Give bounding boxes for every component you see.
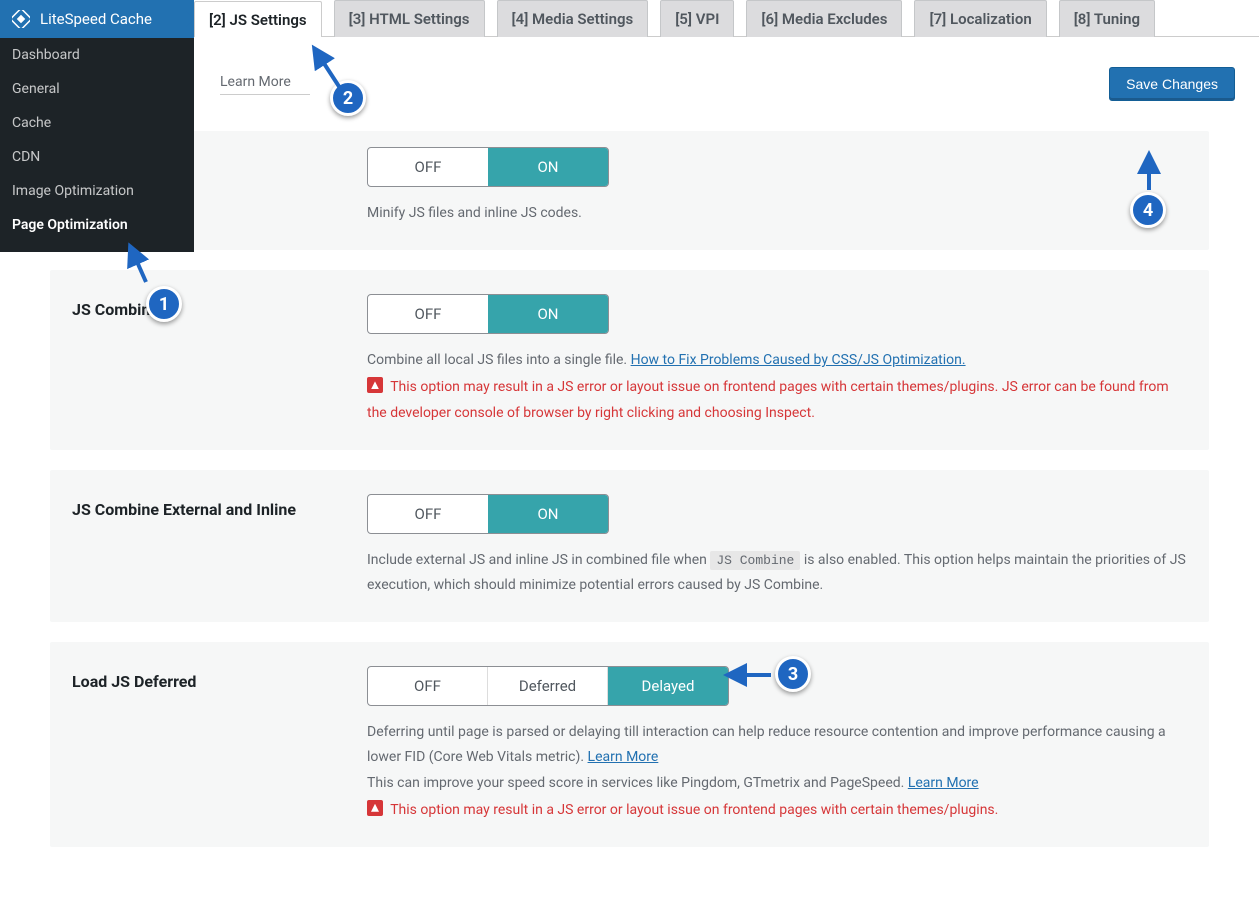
section-load-js-deferred: Load JS Deferred OFF Deferred Delayed De…	[50, 642, 1209, 847]
sidebar-item-image-optimization[interactable]: Image Optimization	[0, 174, 194, 208]
tab-tuning[interactable]: [8] Tuning	[1059, 0, 1155, 37]
link-learn-more-speed[interactable]: Learn More	[908, 775, 979, 791]
desc-deferred-2: This can improve your speed score in ser…	[367, 771, 1187, 796]
learn-more-link[interactable]: Learn More	[220, 74, 310, 95]
section-js-minify: OFF ON Minify JS files and inline JS cod…	[50, 131, 1209, 250]
warn-deferred: This option may result in a JS error or …	[367, 798, 1187, 823]
toggle-js-minify: OFF ON	[367, 147, 609, 187]
section-js-combine: JS Combine OFF ON Combine all local JS f…	[50, 270, 1209, 450]
toggle-js-combine-on[interactable]: ON	[488, 295, 608, 333]
save-changes-button[interactable]: Save Changes	[1109, 67, 1235, 101]
litespeed-sidebar: LiteSpeed Cache Dashboard General Cache …	[0, 0, 194, 252]
toggle-js-combine-external: OFF ON	[367, 494, 609, 534]
desc-js-combine-external: Include external JS and inline JS in com…	[367, 548, 1187, 598]
tab-html-settings[interactable]: [3] HTML Settings	[334, 0, 485, 37]
toggle-js-minify-off[interactable]: OFF	[368, 148, 488, 186]
section-label-js-combine: JS Combine	[72, 294, 337, 426]
toggle-deferred-deferred[interactable]: Deferred	[488, 667, 608, 705]
sidebar-item-cdn[interactable]: CDN	[0, 140, 194, 174]
toggle-js-combine-off[interactable]: OFF	[368, 295, 488, 333]
tab-media-excludes[interactable]: [6] Media Excludes	[746, 0, 902, 37]
link-fix-problems[interactable]: How to Fix Problems Caused by CSS/JS Opt…	[631, 352, 966, 368]
sidebar-item-page-optimization[interactable]: Page Optimization	[0, 208, 194, 242]
tab-localization[interactable]: [7] Localization	[914, 0, 1046, 37]
sidebar-item-general[interactable]: General	[0, 72, 194, 106]
tab-js-settings[interactable]: [2] JS Settings	[194, 1, 322, 37]
desc-deferred-1: Deferring until page is parsed or delayi…	[367, 720, 1187, 770]
top-row: Learn More Save Changes	[20, 37, 1239, 131]
warn-js-combine: This option may result in a JS error or …	[367, 375, 1187, 425]
section-js-combine-external: JS Combine External and Inline OFF ON In…	[50, 470, 1209, 622]
toggle-deferred-off[interactable]: OFF	[368, 667, 488, 705]
warning-icon	[367, 800, 383, 816]
tab-vpi[interactable]: [5] VPI	[660, 0, 734, 37]
tab-media-settings[interactable]: [4] Media Settings	[497, 0, 649, 37]
toggle-deferred-delayed[interactable]: Delayed	[608, 667, 728, 705]
desc-js-combine: Combine all local JS files into a single…	[367, 348, 1187, 373]
sidebar-header: LiteSpeed Cache	[0, 0, 194, 38]
toggle-js-minify-on[interactable]: ON	[488, 148, 608, 186]
section-label-load-js-deferred: Load JS Deferred	[72, 666, 337, 823]
desc-js-minify: Minify JS files and inline JS codes.	[367, 201, 1187, 226]
warning-icon	[367, 377, 383, 393]
toggle-load-js-deferred: OFF Deferred Delayed	[367, 666, 729, 706]
sidebar-item-dashboard[interactable]: Dashboard	[0, 38, 194, 72]
toggle-js-combine: OFF ON	[367, 294, 609, 334]
sidebar-item-cache[interactable]: Cache	[0, 106, 194, 140]
link-learn-more-fid[interactable]: Learn More	[588, 749, 659, 765]
code-js-combine: JS Combine	[710, 551, 800, 570]
litespeed-logo-icon	[12, 10, 30, 28]
toggle-js-combine-external-off[interactable]: OFF	[368, 495, 488, 533]
section-label-js-combine-external: JS Combine External and Inline	[72, 494, 337, 598]
sidebar-title: LiteSpeed Cache	[40, 10, 152, 28]
toggle-js-combine-external-on[interactable]: ON	[488, 495, 608, 533]
